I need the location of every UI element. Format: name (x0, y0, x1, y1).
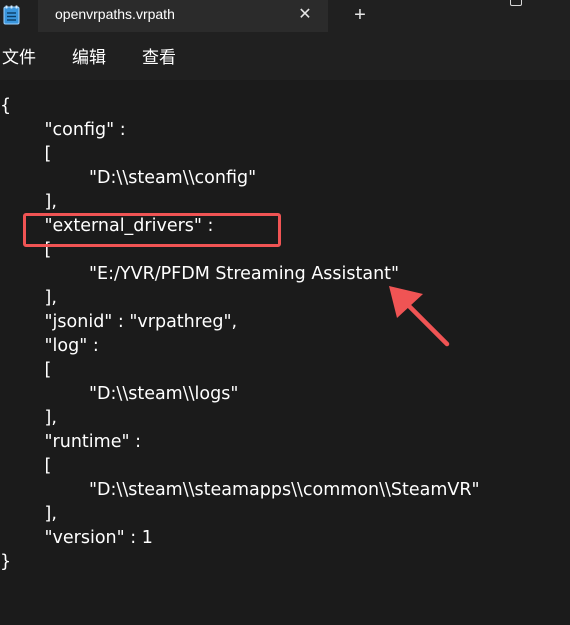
new-tab-icon[interactable]: + (350, 5, 370, 25)
code-line: ], (0, 408, 57, 428)
code-line: [ (0, 144, 52, 164)
annotation-arrow-icon (389, 286, 450, 347)
menu-view[interactable]: 查看 (142, 43, 176, 68)
code-line: "D:\\steam\\steamapps\\common\\SteamVR" (0, 480, 480, 500)
tab-openvrpaths[interactable]: openvrpaths.vrpath ✕ (38, 0, 328, 32)
code-line: ], (0, 192, 57, 212)
code-line: "version" : 1 (0, 528, 153, 548)
menu-file[interactable]: 文件 (2, 43, 36, 68)
text-editor-area[interactable]: { "config" : [ "D:\\steam\\config" ], "e… (0, 80, 570, 625)
menu-edit[interactable]: 编辑 (72, 43, 106, 68)
close-tab-icon[interactable]: ✕ (296, 5, 314, 23)
code-line: "runtime" : (0, 432, 141, 452)
tab-title: openvrpaths.vrpath (55, 6, 175, 22)
code-line: "log" : (0, 336, 99, 356)
code-line: { (0, 96, 12, 116)
code-line: "jsonid" : "vrpathreg", (0, 312, 238, 332)
menu-bar: 文件 编辑 查看 (0, 32, 570, 80)
code-line: "E:/YVR/PFDM Streaming Assistant" (0, 264, 400, 284)
annotation-highlight-box (23, 213, 281, 247)
code-line: ], (0, 288, 57, 308)
code-line: [ (0, 456, 52, 476)
code-line: "config" : (0, 120, 126, 140)
code-line: [ (0, 360, 52, 380)
code-line: ], (0, 504, 57, 524)
code-line: } (0, 552, 12, 572)
code-line: "D:\\steam\\logs" (0, 384, 239, 404)
notepad-app-icon (3, 5, 20, 25)
maximize-icon[interactable] (510, 0, 522, 6)
code-line: "D:\\steam\\config" (0, 168, 257, 188)
notepad-window: openvrpaths.vrpath ✕ + 文件 编辑 查看 { "confi… (0, 0, 570, 625)
title-bar: openvrpaths.vrpath ✕ + (0, 0, 570, 32)
